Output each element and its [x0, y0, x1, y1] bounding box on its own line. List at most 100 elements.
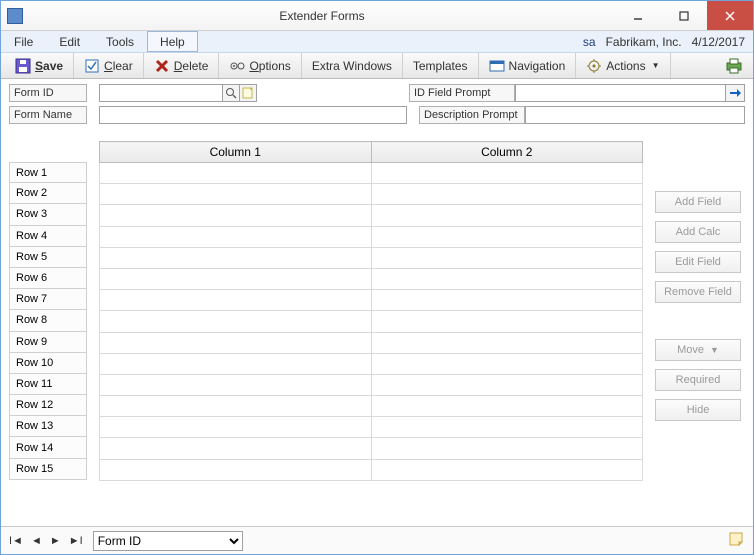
grid-cell[interactable] [371, 311, 643, 332]
grid-cell[interactable] [371, 374, 643, 395]
table-row[interactable] [100, 396, 643, 417]
row-label: Row 12 [9, 395, 87, 416]
grid-cell[interactable] [371, 184, 643, 205]
table-row[interactable] [100, 163, 643, 184]
table-row[interactable] [100, 184, 643, 205]
grid-cell[interactable] [100, 396, 372, 417]
menu-edit[interactable]: Edit [46, 31, 93, 52]
grid-cell[interactable] [100, 205, 372, 226]
grid-cell[interactable] [371, 459, 643, 480]
grid-cell[interactable] [371, 205, 643, 226]
grid-cell[interactable] [100, 226, 372, 247]
actions-icon [586, 58, 602, 74]
options-button[interactable]: Options [225, 56, 294, 76]
edit-field-button[interactable]: Edit Field [655, 251, 741, 273]
arrow-right-icon [729, 87, 741, 99]
menu-help[interactable]: Help [147, 31, 198, 52]
nav-first[interactable]: I◄ [9, 535, 23, 547]
table-row[interactable] [100, 290, 643, 311]
grid-cell[interactable] [371, 290, 643, 311]
grid-cell[interactable] [371, 332, 643, 353]
grid-region: Row 1Row 2Row 3Row 4Row 5Row 6Row 7Row 8… [1, 127, 753, 526]
table-row[interactable] [100, 268, 643, 289]
grid-cell[interactable] [100, 438, 372, 459]
table-row[interactable] [100, 311, 643, 332]
nav-prev[interactable]: ◄ [31, 535, 42, 547]
row-label: Row 7 [9, 289, 87, 310]
lookup-button[interactable] [222, 84, 240, 102]
table-row[interactable] [100, 353, 643, 374]
desc-prompt-input[interactable] [525, 106, 745, 124]
grid-cell[interactable] [100, 163, 372, 184]
column-1-header[interactable]: Column 1 [100, 142, 372, 163]
clear-icon [84, 58, 100, 74]
table-row[interactable] [100, 438, 643, 459]
grid-cell[interactable] [371, 226, 643, 247]
table-row[interactable] [100, 417, 643, 438]
required-button[interactable]: Required [655, 369, 741, 391]
grid-cell[interactable] [100, 353, 372, 374]
menu-file[interactable]: File [1, 31, 46, 52]
row-label: Row 13 [9, 416, 87, 437]
id-prompt-expand[interactable] [725, 84, 745, 102]
company-label: Fabrikam, Inc. [606, 35, 682, 49]
grid-cell[interactable] [100, 290, 372, 311]
maximize-button[interactable] [661, 1, 707, 30]
table-row[interactable] [100, 226, 643, 247]
grid-cell[interactable] [100, 332, 372, 353]
data-grid[interactable]: Column 1 Column 2 [99, 141, 643, 481]
row-label: Row 15 [9, 459, 87, 480]
hide-button[interactable]: Hide [655, 399, 741, 421]
minimize-button[interactable] [615, 1, 661, 30]
actions-button[interactable]: Actions ▼ [582, 56, 663, 76]
grid-cell[interactable] [100, 374, 372, 395]
grid-cell[interactable] [100, 184, 372, 205]
id-prompt-input[interactable] [515, 84, 726, 102]
desc-prompt-label: Description Prompt [419, 106, 525, 124]
grid-cell[interactable] [371, 438, 643, 459]
column-2-header[interactable]: Column 2 [371, 142, 643, 163]
form-id-input[interactable] [99, 84, 223, 102]
grid-cell[interactable] [371, 353, 643, 374]
save-button[interactable]: Save [11, 56, 67, 76]
grid-cell[interactable] [371, 396, 643, 417]
clear-button[interactable]: Clear [80, 56, 137, 76]
nav-last[interactable]: ►I [69, 535, 83, 547]
navigation-button[interactable]: Navigation [485, 56, 570, 76]
table-row[interactable] [100, 459, 643, 480]
table-row[interactable] [100, 374, 643, 395]
row-labels: Row 1Row 2Row 3Row 4Row 5Row 6Row 7Row 8… [9, 141, 87, 520]
titlebar: Extender Forms [1, 1, 753, 31]
grid-cell[interactable] [371, 247, 643, 268]
grid-cell[interactable] [100, 417, 372, 438]
sort-select[interactable]: Form ID [93, 531, 243, 551]
row-label: Row 1 [9, 162, 87, 183]
note-icon [242, 87, 254, 99]
add-calc-button[interactable]: Add Calc [655, 221, 741, 243]
grid-cell[interactable] [371, 417, 643, 438]
templates-button[interactable]: Templates [409, 57, 472, 75]
grid-cell[interactable] [100, 311, 372, 332]
add-field-button[interactable]: Add Field [655, 191, 741, 213]
form-name-input[interactable] [99, 106, 407, 124]
notes-icon[interactable] [727, 530, 745, 551]
grid-cell[interactable] [371, 268, 643, 289]
grid-cell[interactable] [100, 268, 372, 289]
nav-next[interactable]: ► [50, 535, 61, 547]
move-button[interactable]: Move▼ [655, 339, 741, 361]
menu-tools[interactable]: Tools [93, 31, 147, 52]
bottombar: I◄ ◄ ► ►I Form ID [1, 526, 753, 554]
form-name-label: Form Name [9, 106, 87, 124]
delete-button[interactable]: Delete [150, 56, 213, 76]
print-button[interactable] [717, 55, 747, 77]
grid-cell[interactable] [100, 247, 372, 268]
close-button[interactable] [707, 1, 753, 30]
grid-cell[interactable] [100, 459, 372, 480]
table-row[interactable] [100, 205, 643, 226]
remove-field-button[interactable]: Remove Field [655, 281, 741, 303]
note-button[interactable] [239, 84, 257, 102]
table-row[interactable] [100, 332, 643, 353]
table-row[interactable] [100, 247, 643, 268]
grid-cell[interactable] [371, 163, 643, 184]
extra-windows-button[interactable]: Extra Windows [308, 57, 396, 75]
